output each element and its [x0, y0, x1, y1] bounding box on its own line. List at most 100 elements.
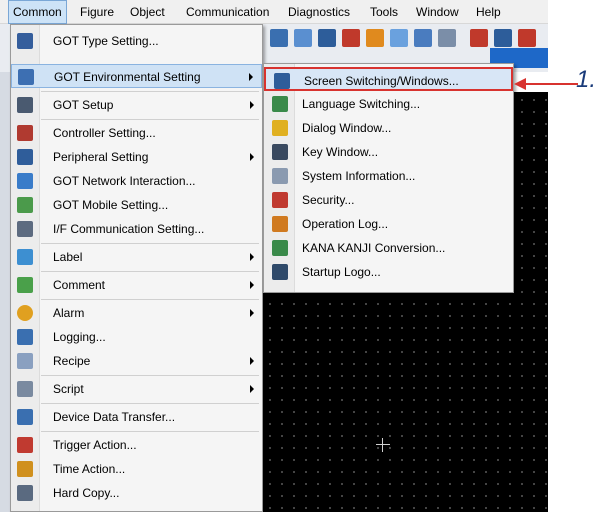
menu-item-time-action[interactable]: Time Action... — [11, 457, 262, 481]
comment-icon — [17, 277, 33, 293]
menu-item-label: Script — [53, 382, 84, 396]
menu-item-label: Time Action... — [53, 462, 126, 476]
toolbar-icon[interactable] — [414, 29, 432, 47]
submenu-arrow-icon — [250, 101, 254, 109]
left-panel-strip — [0, 24, 10, 512]
menu-separator — [41, 431, 259, 432]
toolbar-icon[interactable] — [342, 29, 360, 47]
logging-icon — [17, 329, 33, 345]
menu-item-label: Hard Copy... — [53, 486, 120, 500]
toolbar-icon[interactable] — [438, 29, 456, 47]
toolbar-icon[interactable] — [494, 29, 512, 47]
menu-common[interactable]: Common — [8, 0, 67, 24]
menu-tools[interactable]: Tools — [366, 0, 402, 24]
menu-item-label: GOT Type Setting... — [53, 34, 159, 48]
label-icon — [17, 249, 33, 265]
submenu-item-operation-log[interactable]: Operation Log... — [264, 212, 513, 236]
toolbar-icon[interactable] — [390, 29, 408, 47]
toolbar-icon[interactable] — [318, 29, 336, 47]
menu-item-label-menu[interactable]: Label — [11, 245, 262, 269]
submenu-item-label: Operation Log... — [302, 217, 389, 231]
menu-item-label: GOT Setup — [53, 98, 114, 112]
submenu-item-security[interactable]: Security... — [264, 188, 513, 212]
security-icon — [272, 192, 288, 208]
toolbar-icon[interactable] — [366, 29, 384, 47]
menu-separator — [41, 271, 259, 272]
menu-object[interactable]: Object — [126, 0, 169, 24]
menu-separator — [41, 243, 259, 244]
menu-item-label: GOT Mobile Setting... — [53, 198, 169, 212]
menu-item-got-network-interaction[interactable]: GOT Network Interaction... — [11, 169, 262, 193]
submenu-arrow-icon — [250, 385, 254, 393]
menu-separator — [41, 119, 259, 120]
time-icon — [17, 461, 33, 477]
toolbar-icon[interactable] — [294, 29, 312, 47]
alarm-icon — [17, 305, 33, 321]
menu-separator — [41, 299, 259, 300]
menu-item-if-communication-setting[interactable]: I/F Communication Setting... — [11, 217, 262, 241]
submenu-item-system-information[interactable]: System Information... — [264, 164, 513, 188]
toolbar-icon[interactable] — [518, 29, 536, 47]
menu-item-device-data-transfer[interactable]: Device Data Transfer... — [11, 405, 262, 429]
mobile-icon — [17, 197, 33, 213]
common-dropdown-menu: GOT Type Setting... GOT Environmental Se… — [10, 24, 263, 512]
menu-separator — [41, 403, 259, 404]
menu-item-label: Label — [53, 250, 83, 264]
menu-item-label: Comment — [53, 278, 106, 292]
submenu-item-key-window[interactable]: Key Window... — [264, 140, 513, 164]
trigger-icon — [17, 437, 33, 453]
menu-item-label: GOT Environmental Setting — [54, 70, 201, 84]
menu-item-label: Device Data Transfer... — [53, 410, 176, 424]
menu-item-label: GOT Network Interaction... — [53, 174, 196, 188]
menu-item-controller-setting[interactable]: Controller Setting... — [11, 121, 262, 145]
menu-item-label: Logging... — [53, 330, 106, 344]
menu-figure[interactable]: Figure — [76, 0, 118, 24]
menu-item-script[interactable]: Script — [11, 377, 262, 401]
submenu-item-label: Startup Logo... — [302, 265, 381, 279]
menu-separator — [41, 91, 259, 92]
crosshair-cursor-icon — [376, 438, 390, 452]
menu-item-got-type-setting[interactable]: GOT Type Setting... — [11, 29, 262, 53]
network-icon — [17, 173, 33, 189]
menu-help[interactable]: Help — [472, 0, 505, 24]
submenu-item-startup-logo[interactable]: Startup Logo... — [264, 260, 513, 284]
dialog-icon — [272, 120, 288, 136]
menu-item-hard-copy[interactable]: Hard Copy... — [11, 481, 262, 505]
menu-item-trigger-action[interactable]: Trigger Action... — [11, 433, 262, 457]
menu-item-got-setup[interactable]: GOT Setup — [11, 93, 262, 117]
menu-item-logging[interactable]: Logging... — [11, 325, 262, 349]
menu-item-label: I/F Communication Setting... — [53, 222, 205, 236]
menu-window[interactable]: Window — [412, 0, 463, 24]
menu-item-got-environmental-setting[interactable]: GOT Environmental Setting — [11, 64, 262, 88]
hardcopy-icon — [17, 485, 33, 501]
menu-diagnostics[interactable]: Diagnostics — [284, 0, 354, 24]
menu-communication[interactable]: Communication — [182, 0, 273, 24]
setup-icon — [17, 97, 33, 113]
script-icon — [17, 381, 33, 397]
submenu-item-label: Dialog Window... — [302, 121, 392, 135]
submenu-item-kana-kanji-conversion[interactable]: KANA KANJI Conversion... — [264, 236, 513, 260]
menu-item-comment[interactable]: Comment — [11, 273, 262, 297]
menu-item-peripheral-setting[interactable]: Peripheral Setting — [11, 145, 262, 169]
menu-item-got-mobile-setting[interactable]: GOT Mobile Setting... — [11, 193, 262, 217]
callout-arrow-icon — [514, 78, 578, 90]
submenu-item-dialog-window[interactable]: Dialog Window... — [264, 116, 513, 140]
toolbar-icon[interactable] — [470, 29, 488, 47]
submenu-item-label: KANA KANJI Conversion... — [302, 241, 446, 255]
peripheral-icon — [17, 149, 33, 165]
submenu-item-label: Language Switching... — [302, 97, 421, 111]
device-transfer-icon — [17, 409, 33, 425]
menu-item-recipe[interactable]: Recipe — [11, 349, 262, 373]
submenu-item-language-switching[interactable]: Language Switching... — [264, 92, 513, 116]
submenu-arrow-icon — [249, 73, 253, 81]
toolbar-icon[interactable] — [270, 29, 288, 47]
submenu-item-screen-switching[interactable]: Screen Switching/Windows... — [264, 67, 513, 91]
menu-item-alarm[interactable]: Alarm — [11, 301, 262, 325]
language-icon — [272, 96, 288, 112]
menu-bar: Common Figure Object Communication Diagn… — [0, 0, 548, 24]
system-info-icon — [272, 168, 288, 184]
got-type-icon — [17, 33, 33, 49]
step-callout-label: 1. — [576, 66, 596, 93]
menu-item-label: Controller Setting... — [53, 126, 156, 140]
key-window-icon — [272, 144, 288, 160]
